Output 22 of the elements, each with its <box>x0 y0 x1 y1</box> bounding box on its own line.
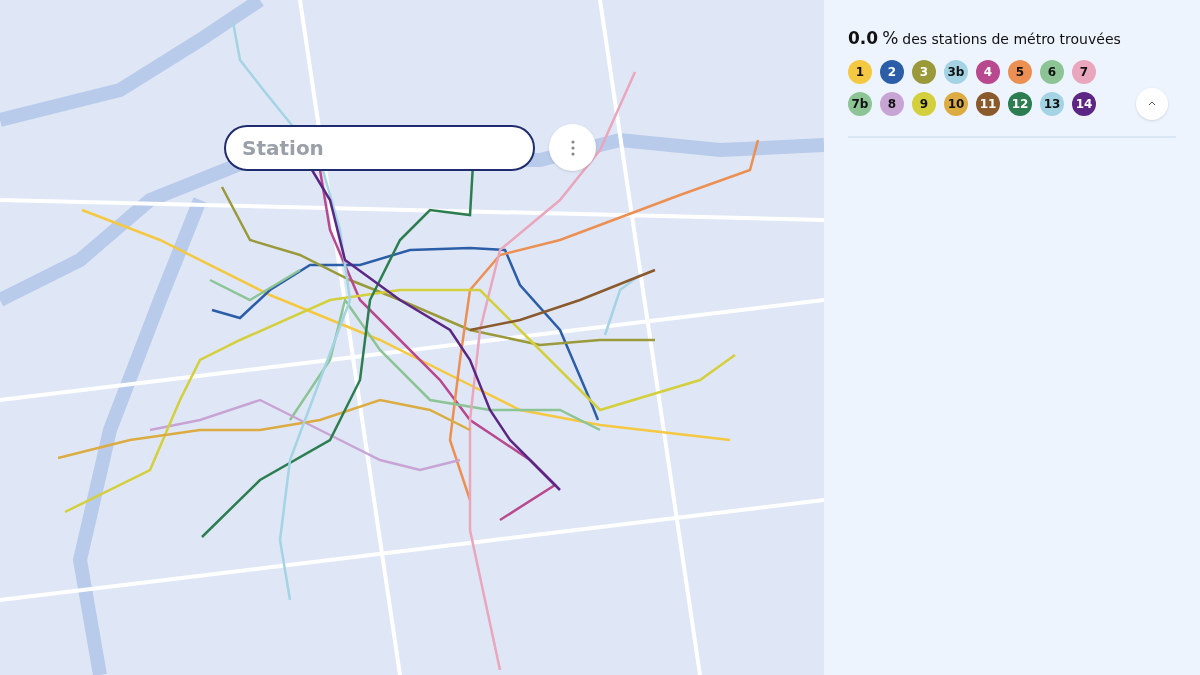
metro-line-badge[interactable]: 10 <box>944 91 968 116</box>
chevron-up-icon <box>1148 101 1156 106</box>
metro-line-badge[interactable]: 13 <box>1040 91 1064 116</box>
metro-line-badge[interactable]: 2 <box>880 59 904 84</box>
metro-line-badge[interactable]: 6 <box>1040 59 1064 84</box>
metro-line-badge[interactable]: 12 <box>1008 91 1032 116</box>
metro-line-badge[interactable]: 5 <box>1008 59 1032 84</box>
more-vertical-icon <box>570 139 575 156</box>
metro-line-badge[interactable]: 9 <box>912 91 936 116</box>
collapse-button[interactable] <box>1136 87 1168 120</box>
metro-line-badge[interactable]: 8 <box>880 91 904 116</box>
metro-line-badge[interactable]: 1 <box>848 59 872 84</box>
progress-label: des stations de métro trouvées <box>902 30 1121 49</box>
metro-line-badge[interactable]: 14 <box>1072 91 1096 116</box>
progress-percent: 0.0 <box>848 27 879 50</box>
metro-line-badge[interactable]: 11 <box>976 91 1000 116</box>
metro-line-badge[interactable]: 7 <box>1072 59 1096 84</box>
metro-line-badge[interactable]: 7b <box>848 91 872 116</box>
station-input-field[interactable]: Station <box>224 124 535 171</box>
percent-unit: % <box>882 27 899 50</box>
metro-line-badge[interactable]: 4 <box>976 59 1000 84</box>
metro-line-badge[interactable]: 3b <box>944 59 968 84</box>
